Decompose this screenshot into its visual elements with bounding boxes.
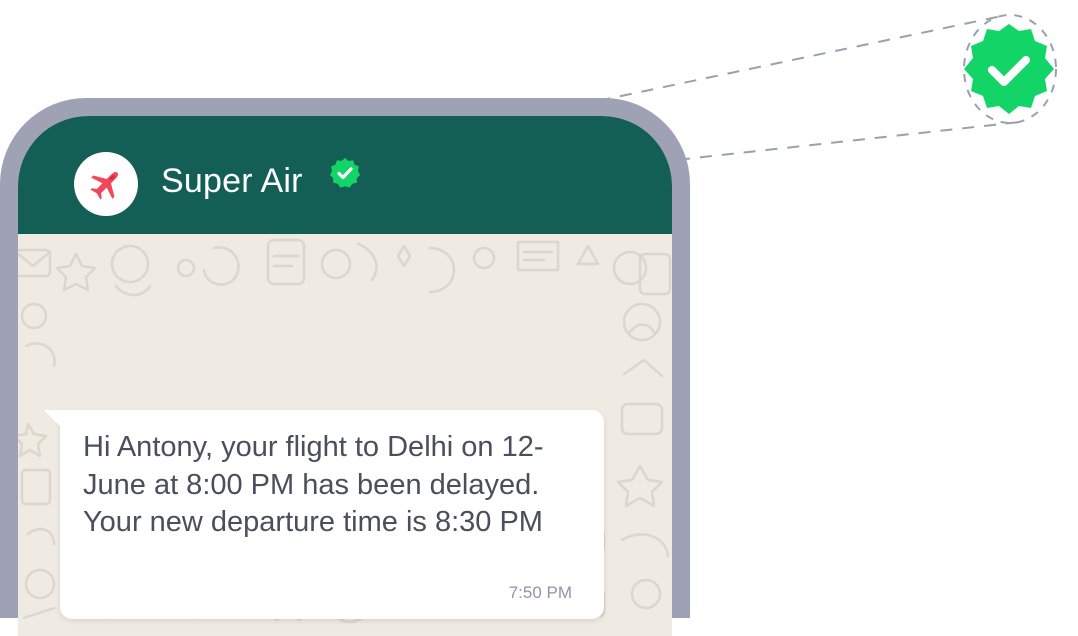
phone-screen: Super Air Hi Antony, your flight to Delh… xyxy=(18,116,672,636)
chat-background: Hi Antony, your flight to Delhi on 12-Ju… xyxy=(18,234,672,636)
bubble-tail xyxy=(44,410,62,428)
verified-badge-icon xyxy=(330,158,360,188)
airplane-icon xyxy=(90,171,119,200)
phone-frame: Super Air Hi Antony, your flight to Delh… xyxy=(0,98,690,636)
avatar[interactable] xyxy=(74,152,138,216)
contact-name: Super Air xyxy=(161,162,303,200)
message-bubble[interactable]: Hi Antony, your flight to Delhi on 12-Ju… xyxy=(44,410,604,619)
verified-badge-icon xyxy=(964,24,1054,114)
message-timestamp: 7:50 PM xyxy=(508,583,572,602)
message-text: Hi Antony, your flight to Delhi on 12-Ju… xyxy=(83,431,544,538)
chat-header: Super Air xyxy=(18,116,672,234)
